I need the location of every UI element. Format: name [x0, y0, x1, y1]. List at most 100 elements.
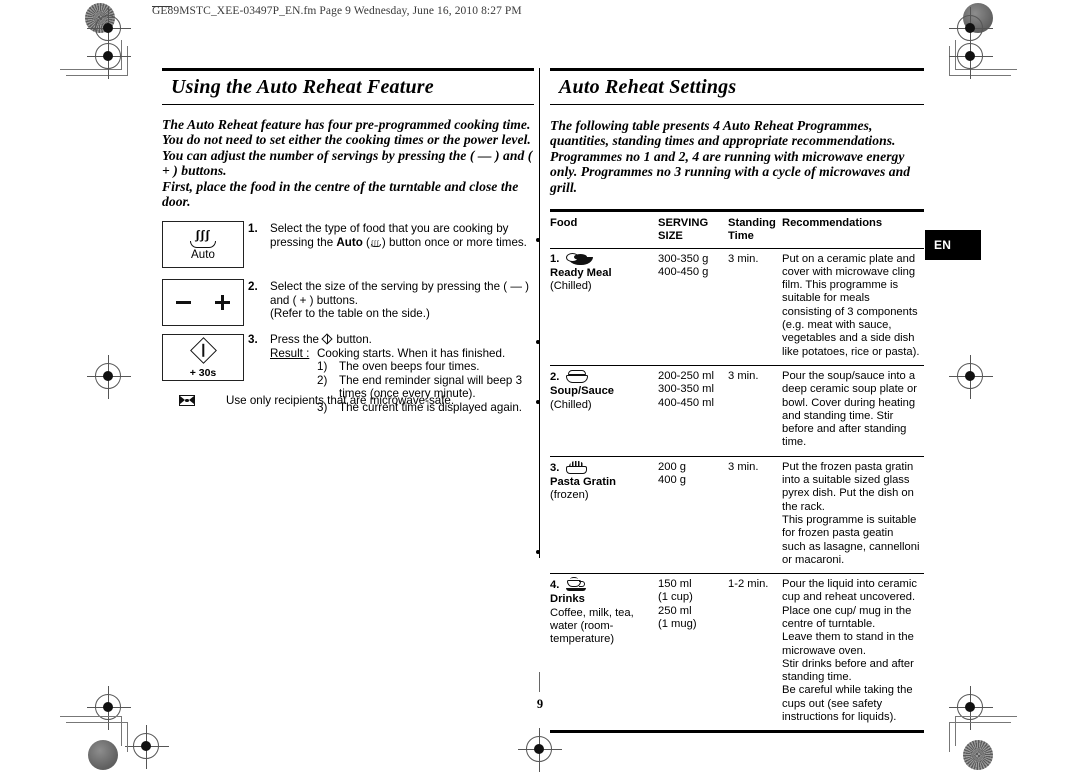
microwave-safe-note-text: Use only recipients that are microwave-s…	[226, 394, 455, 408]
step-1-bold-word: Auto	[336, 235, 363, 249]
step-2-text-line2: (Refer to the table on the side.)	[270, 307, 430, 321]
row-4-number: 4.	[550, 579, 560, 592]
start-button[interactable]: + 30s	[162, 334, 244, 382]
step-2-text: Select the size of the serving by pressi…	[270, 280, 530, 307]
result-item-1-number: 1)	[317, 360, 328, 374]
result-label: Result :	[270, 346, 310, 360]
auto-steam-icon: ʃʃʃ	[370, 238, 381, 248]
row-3-sub: (frozen)	[550, 489, 589, 502]
table-row: 2. Soup/Sauce (Chilled) 200-250 ml 300-3…	[550, 365, 924, 456]
column-divider-dot	[536, 340, 540, 344]
table-bottom-rule	[550, 730, 924, 733]
row-1-food: 1. Ready Meal (Chilled)	[550, 248, 658, 365]
row-2-sub: (Chilled)	[550, 398, 592, 411]
header-serving-size-line2: SIZE	[658, 230, 683, 243]
start-button-icon-wrap: + 30s	[163, 335, 243, 379]
right-title-rule-bottom	[550, 103, 924, 105]
minus-icon[interactable]	[176, 301, 191, 304]
covered-bowl-icon	[566, 369, 589, 383]
step-3-result-row: Result : Cooking starts. When it has fin…	[270, 347, 534, 361]
auto-button-icon: ʃʃʃ Auto	[163, 222, 243, 261]
left-column: Using the Auto Reheat Feature The Auto R…	[162, 68, 534, 421]
left-section-title: Using the Auto Reheat Feature	[171, 75, 434, 98]
column-divider-dot	[536, 400, 540, 404]
table-row: 3. Pasta Gratin (frozen) 200 g 400 g 3 m…	[550, 456, 924, 573]
table-head: Food SERVING SIZE Standing Time Recommen…	[550, 212, 924, 248]
row-3-name: Pasta Gratin	[550, 476, 616, 489]
column-divider-dot	[536, 238, 540, 242]
header-serving-size: SERVING SIZE	[658, 212, 728, 248]
right-column: Auto Reheat Settings The following table…	[550, 68, 924, 733]
row-1-sub: (Chilled)	[550, 280, 592, 293]
left-steps: ʃʃʃ Auto + 30s 1. Select the type of foo…	[162, 221, 534, 421]
step-2-body: Select the size of the serving by pressi…	[270, 280, 534, 321]
gratin-dish-icon	[566, 460, 588, 474]
row-2-serving-size: 200-250 ml 300-350 ml 400-450 ml	[658, 369, 714, 409]
table-row: 1. Ready Meal (Chilled) 300-350 g 400-45…	[550, 248, 924, 365]
halftone-circle-bottom-left	[88, 740, 118, 770]
row-2-food: 2. Soup/Sauce (Chilled)	[550, 365, 658, 456]
row-4-name: Drinks	[550, 593, 585, 606]
footer-divider-tick	[539, 672, 540, 692]
steam-icon: ʃʃʃ	[195, 227, 211, 243]
right-section-title: Auto Reheat Settings	[559, 75, 737, 98]
left-intro-paragraph: The Auto Reheat feature has four pre-pro…	[162, 116, 533, 179]
row-2-recommendation: Pour the soup/sauce into a deep ceramic …	[782, 369, 917, 449]
row-3-number: 3.	[550, 461, 560, 474]
language-tab-en: EN	[925, 230, 981, 260]
row-2-number: 2.	[550, 370, 560, 383]
column-divider-dot	[536, 550, 540, 554]
column-divider	[539, 68, 540, 558]
result-list-item: 1) The oven beeps four times.	[317, 360, 534, 374]
result-text: Cooking starts. When it has finished.	[317, 346, 506, 360]
step-3-text-after: button.	[333, 333, 372, 347]
reg-target-left-lower	[125, 725, 169, 769]
start-diamond-inline-icon	[321, 333, 333, 345]
step-1-number: 1.	[248, 222, 258, 236]
step-1-text-after: button once or more times.	[385, 235, 527, 249]
left-title-rule-bottom	[162, 103, 534, 105]
left-intro: The Auto Reheat feature has four pre-pro…	[162, 117, 534, 211]
step-1: 1. Select the type of food that you are …	[248, 222, 534, 249]
halftone-circle-bottom-right	[963, 740, 993, 770]
header-serving-size-line1: SERVING	[658, 216, 709, 229]
table-body: 1. Ready Meal (Chilled) 300-350 g 400-45…	[550, 248, 924, 730]
row-3-standing-time: 3 min.	[728, 460, 759, 473]
row-1-recommendation: Put on a ceramic plate and cover with mi…	[782, 252, 920, 358]
header-food: Food	[550, 216, 578, 229]
auto-button[interactable]: ʃʃʃ Auto	[162, 221, 244, 269]
header-standing-line1: Standing	[728, 216, 776, 229]
microwave-safe-icon	[179, 395, 195, 407]
reg-target-bottom-centre	[518, 728, 562, 772]
header-recommendations: Recommendations	[782, 216, 883, 229]
row-3-recommendation: Put the frozen pasta gratin into a suita…	[782, 460, 920, 566]
row-1-serving-size: 300-350 g 400-450 g	[658, 252, 709, 278]
row-4-sub: Coffee, milk, tea, water (room-temperatu…	[550, 606, 634, 646]
auto-button-label: Auto	[190, 249, 216, 262]
reg-target-left-upper	[87, 35, 131, 79]
bowl-icon	[190, 241, 216, 249]
start-button-label: + 30s	[189, 367, 217, 380]
right-intro: The following table presents 4 Auto Rehe…	[550, 117, 911, 195]
page-number: 9	[536, 697, 544, 711]
result-item-1-text: The oven beeps four times.	[339, 360, 480, 374]
header-standing-line2: Time	[728, 230, 754, 243]
step-1-body: Select the type of food that you are coo…	[270, 222, 534, 249]
step-2: 2. Select the size of the serving by pre…	[248, 280, 534, 321]
header-standing-time: Standing Time	[728, 212, 782, 248]
row-2-standing-time: 3 min.	[728, 369, 759, 382]
step-3-text-before: Press the	[270, 333, 323, 347]
step-3-press-line: Press the button.	[270, 333, 534, 347]
minus-plus-row	[163, 280, 243, 325]
left-intro-line2: First, place the food in the centre of t…	[162, 178, 519, 210]
reg-target-right-upper	[949, 35, 993, 79]
minus-plus-button[interactable]	[162, 279, 244, 327]
reg-target-right-middle	[949, 355, 993, 399]
row-1-number: 1.	[550, 252, 560, 265]
reg-target-left-middle	[87, 355, 131, 399]
plus-icon[interactable]	[215, 295, 230, 311]
row-1-name: Ready Meal	[550, 266, 612, 279]
file-slug: GE89MSTC_XEE-03497P_EN.fm Page 9 Wednesd…	[152, 5, 522, 17]
row-3-serving-size: 200 g 400 g	[658, 460, 686, 487]
row-1-standing-time: 3 min.	[728, 252, 759, 265]
